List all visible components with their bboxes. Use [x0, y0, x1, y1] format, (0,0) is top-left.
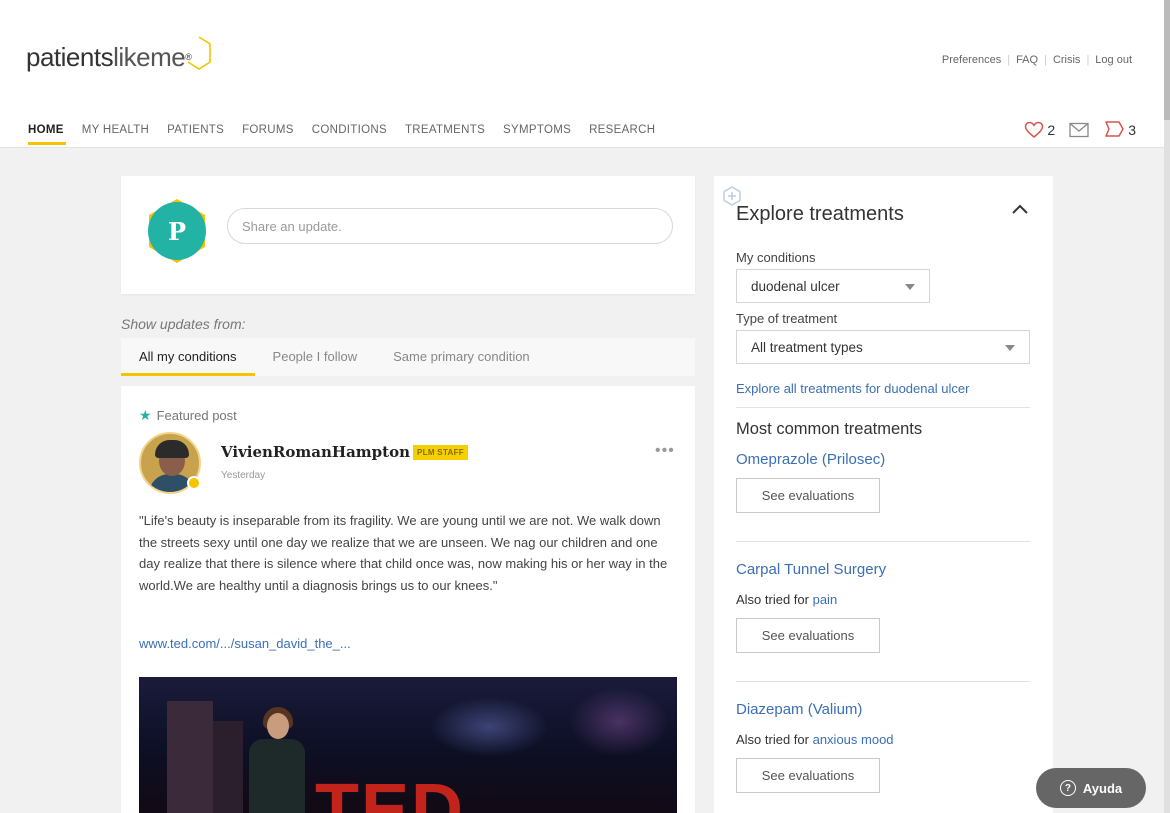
divider — [736, 541, 1030, 542]
avatar-hair — [155, 440, 189, 458]
utility-links: Preferences | FAQ | Crisis | Log out — [936, 54, 1138, 66]
share-update-card: P — [121, 176, 695, 294]
nav-item-my-health[interactable]: MY HEALTH — [82, 124, 149, 144]
explore-treatments-card: Explore treatments My conditions duodena… — [714, 176, 1053, 813]
most-common-treatments-heading: Most common treatments — [736, 420, 923, 438]
logout-link[interactable]: Log out — [1089, 54, 1138, 66]
see-evaluations-button[interactable]: See evaluations — [736, 478, 880, 513]
heart-count: 2 — [1047, 122, 1056, 138]
nav-item-symptoms[interactable]: SYMPTOMS — [503, 124, 571, 144]
online-status-dot — [187, 476, 201, 490]
preferences-link[interactable]: Preferences — [936, 54, 1007, 66]
also-tried-for-text: Also tried for anxious mood — [736, 732, 894, 747]
backdrop-building — [167, 701, 213, 813]
main-nav: HOME MY HEALTH PATIENTS FORUMS CONDITION… — [28, 124, 673, 145]
also-tried-condition-link[interactable]: pain — [813, 592, 838, 607]
condition-select-value: duodenal ulcer — [751, 279, 840, 294]
site-header: patients likeme ® Preferences | FAQ | Cris… — [0, 0, 1170, 148]
show-updates-label: Show updates from: — [121, 316, 246, 332]
nav-item-research[interactable]: RESEARCH — [589, 124, 655, 144]
page-scrollbar[interactable] — [1164, 0, 1170, 813]
heart-notifications-button[interactable]: 2 — [1024, 121, 1055, 139]
logo-text-accent: likeme — [113, 41, 186, 72]
chat-count: 3 — [1128, 122, 1136, 138]
divider — [736, 681, 1030, 682]
treatment-diazepam-link[interactable]: Diazepam (Valium) — [736, 701, 862, 718]
post-timestamp: Yesterday — [221, 470, 266, 481]
logo-hexagon-icon — [187, 36, 212, 70]
ted-stage-letters: TED — [315, 770, 465, 813]
featured-post-card: ★ Featured post VivienRomanHampton PLM S… — [121, 386, 695, 813]
chat-bubble-icon — [1105, 121, 1124, 137]
faq-link[interactable]: FAQ — [1010, 54, 1044, 66]
tab-all-my-conditions[interactable]: All my conditions — [121, 338, 255, 376]
type-of-treatment-label: Type of treatment — [736, 311, 838, 326]
scrollbar-thumb[interactable] — [1164, 0, 1170, 120]
treatment-type-select-value: All treatment types — [751, 340, 863, 355]
user-avatar[interactable]: P — [144, 198, 210, 264]
notification-icons: 2 3 — [1010, 120, 1136, 140]
see-evaluations-button[interactable]: See evaluations — [736, 618, 880, 653]
divider — [736, 407, 1030, 408]
nav-item-forums[interactable]: FORUMS — [242, 124, 294, 144]
speaker-figure — [249, 739, 305, 813]
heart-icon — [1025, 121, 1044, 138]
speaker-head — [267, 713, 289, 739]
question-mark-icon: ? — [1059, 780, 1076, 796]
condition-select[interactable]: duodenal ulcer — [736, 269, 930, 303]
messages-button[interactable] — [1069, 122, 1089, 138]
chat-notifications-button[interactable]: 3 — [1103, 120, 1136, 140]
help-label: Ayuda — [1082, 780, 1123, 796]
nav-item-patients[interactable]: PATIENTS — [167, 124, 224, 144]
featured-post-label: ★ Featured post — [139, 407, 237, 424]
explore-treatments-title: Explore treatments — [736, 203, 904, 225]
backdrop-building — [213, 721, 243, 813]
nav-item-conditions[interactable]: CONDITIONS — [312, 124, 387, 144]
post-body-text: "Life's beauty is inseparable from its f… — [139, 513, 668, 593]
logo-text-main: patients — [26, 41, 114, 72]
chevron-down-icon — [905, 284, 915, 290]
treatment-omeprazole-link[interactable]: Omeprazole (Prilosec) — [736, 451, 885, 468]
stage-light — [429, 697, 549, 757]
nav-item-treatments[interactable]: TREATMENTS — [405, 124, 485, 144]
staff-badge: PLM STAFF — [413, 445, 468, 460]
patientslikeme-logo[interactable]: patients likeme ® — [26, 36, 212, 74]
share-update-input[interactable] — [227, 208, 673, 244]
stage-light — [569, 687, 669, 757]
chevron-up-icon[interactable] — [1008, 198, 1032, 222]
see-evaluations-button[interactable]: See evaluations — [736, 758, 880, 793]
help-button[interactable]: ? Ayuda — [1036, 768, 1146, 808]
also-tried-condition-link[interactable]: anxious mood — [813, 732, 894, 747]
also-tried-prefix: Also tried for — [736, 592, 813, 607]
post-author-name[interactable]: VivienRomanHampton — [221, 443, 410, 461]
tab-same-primary-condition[interactable]: Same primary condition — [375, 338, 548, 376]
crisis-link[interactable]: Crisis — [1047, 54, 1087, 66]
also-tried-prefix: Also tried for — [736, 732, 813, 747]
post-link[interactable]: www.ted.com/.../susan_david_the_... — [139, 636, 351, 651]
explore-all-treatments-link[interactable]: Explore all treatments for duodenal ulce… — [736, 381, 969, 396]
treatment-type-select[interactable]: All treatment types — [736, 330, 1030, 364]
tab-people-i-follow[interactable]: People I follow — [255, 338, 376, 376]
feed-filter-tabs: All my conditions People I follow Same p… — [121, 338, 695, 376]
post-more-menu-button[interactable]: ••• — [655, 442, 675, 460]
chevron-down-icon — [1005, 345, 1015, 351]
featured-text: Featured post — [156, 408, 237, 423]
mail-icon — [1069, 122, 1089, 138]
my-conditions-label: My conditions — [736, 250, 816, 265]
treatment-carpal-tunnel-link[interactable]: Carpal Tunnel Surgery — [736, 561, 886, 578]
also-tried-for-text: Also tried for pain — [736, 592, 837, 607]
star-icon: ★ — [139, 407, 152, 423]
nav-item-home[interactable]: HOME — [28, 124, 66, 145]
avatar-letter: P — [167, 216, 187, 246]
post-video-thumbnail[interactable]: TED — [139, 677, 677, 813]
